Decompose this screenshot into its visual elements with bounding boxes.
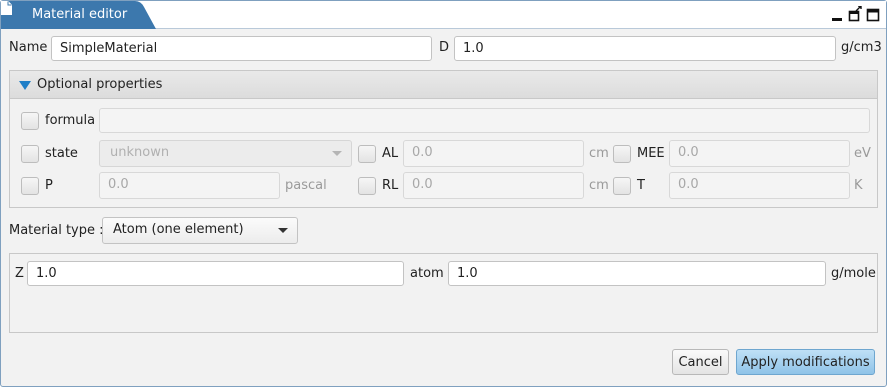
optional-properties-title: Optional properties: [37, 77, 163, 92]
t-input[interactable]: 0.0: [669, 172, 850, 199]
optional-properties-header[interactable]: Optional properties: [10, 71, 877, 99]
state-checkbox[interactable]: [21, 145, 39, 163]
material-type-label: Material type :: [9, 223, 104, 238]
t-label: T: [637, 178, 645, 193]
optional-properties-panel: Optional properties formula state unknow…: [9, 70, 878, 208]
rl-checkbox[interactable]: [358, 177, 376, 195]
document-icon: [1, 1, 12, 15]
rl-label: RL: [382, 178, 399, 193]
al-input[interactable]: 0.0: [403, 140, 584, 167]
mee-checkbox[interactable]: [613, 145, 631, 163]
t-unit: K: [854, 178, 863, 193]
chevron-down-icon: [332, 151, 342, 156]
name-label: Name: [9, 40, 48, 55]
material-type-select[interactable]: Atom (one element): [102, 217, 298, 244]
name-input[interactable]: SimpleMaterial: [51, 36, 432, 61]
rl-unit: cm: [589, 178, 609, 193]
detach-icon[interactable]: [848, 6, 862, 22]
cancel-button[interactable]: Cancel: [672, 349, 729, 375]
al-label: AL: [382, 146, 399, 161]
formula-label: formula: [45, 113, 96, 128]
material-editor-window: Material editor Name SimpleMaterial D 1.…: [0, 0, 887, 387]
minimize-icon[interactable]: [830, 6, 844, 22]
formula-input[interactable]: [99, 108, 870, 133]
atom-mass-input[interactable]: 1.0: [448, 261, 826, 286]
atom-properties-panel: Z 1.0 atom 1.0 g/mole: [9, 253, 878, 333]
editor-tab[interactable]: Material editor: [1, 1, 156, 29]
state-select[interactable]: unknown: [99, 140, 352, 167]
formula-checkbox[interactable]: [21, 112, 39, 130]
state-label: state: [45, 146, 78, 161]
p-unit: pascal: [285, 178, 327, 193]
rl-input[interactable]: 0.0: [403, 172, 584, 199]
state-select-value: unknown: [110, 145, 170, 160]
mee-input[interactable]: 0.0: [669, 140, 850, 167]
p-checkbox[interactable]: [21, 177, 39, 195]
al-unit: cm: [589, 146, 609, 161]
window-controls: [830, 6, 880, 22]
title-bar: Material editor: [1, 1, 886, 29]
z-label: Z: [15, 266, 24, 281]
density-label: D: [439, 40, 450, 55]
p-input[interactable]: 0.0: [99, 172, 280, 199]
z-input[interactable]: 1.0: [27, 261, 404, 286]
mee-unit: eV: [854, 146, 871, 161]
p-label: P: [45, 178, 53, 193]
maximize-icon[interactable]: [866, 6, 880, 22]
window-title: Material editor: [32, 7, 128, 22]
editor-body: Name SimpleMaterial D 1.0 g/cm3 Optional…: [2, 30, 887, 387]
atom-mass-unit: g/mole: [831, 266, 876, 281]
density-input[interactable]: 1.0: [454, 36, 836, 61]
al-checkbox[interactable]: [358, 145, 376, 163]
density-unit: g/cm3: [841, 40, 882, 55]
chevron-down-icon: [278, 228, 288, 233]
mee-label: MEE: [637, 146, 665, 161]
t-checkbox[interactable]: [613, 177, 631, 195]
material-type-value: Atom (one element): [113, 222, 244, 237]
apply-modifications-button[interactable]: Apply modifications: [736, 349, 875, 375]
expand-triangle-icon[interactable]: [19, 81, 31, 90]
atom-label: atom: [410, 266, 444, 281]
